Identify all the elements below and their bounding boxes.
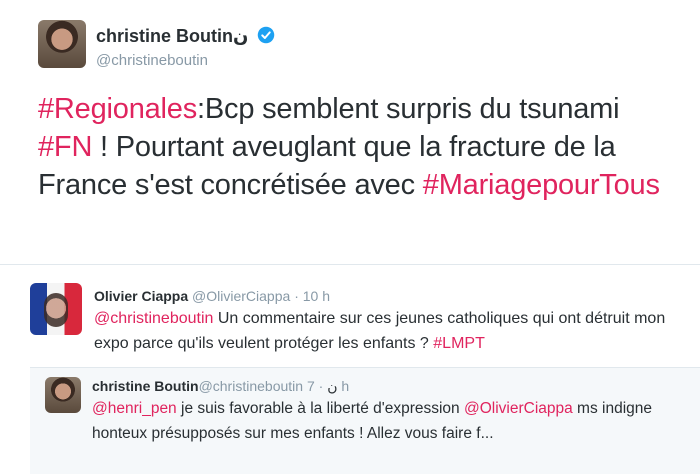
nested-reply-author-name[interactable]: christine Boutin [92, 378, 199, 394]
reply-header: Olivier Ciappa @OlivierCiappa · 10 h [94, 288, 330, 304]
mention-link[interactable]: @christineboutin [94, 310, 213, 327]
hashtag-link[interactable]: #Regionales [38, 93, 197, 125]
author-name-text: christine Boutin [96, 26, 234, 46]
hashtag-link[interactable]: #LMPT [433, 335, 485, 352]
author-handle[interactable]: @christineboutin [96, 52, 208, 69]
nested-reply-text-part: je suis favorable à la liberté d'express… [176, 400, 464, 417]
verified-badge-icon [258, 26, 275, 44]
nested-reply-name-suffix: ن [327, 378, 338, 394]
hashtag-link[interactable]: #MariagepourTous [423, 169, 660, 201]
separator-dot: · [294, 288, 299, 304]
hashtag-link[interactable]: #FN [38, 131, 92, 163]
reply-timestamp[interactable]: 10 h [303, 288, 330, 304]
author-avatar[interactable] [38, 20, 86, 68]
tweet-text: #Regionales:Bcp semblent surpris du tsun… [38, 90, 678, 204]
nested-reply-avatar[interactable] [45, 377, 81, 413]
separator-dot: · [318, 378, 324, 394]
author-name-suffix: ن [233, 26, 249, 46]
nested-reply-text: @henri_pen je suis favorable à la libert… [92, 396, 682, 446]
author-name[interactable]: christine Boutinن [96, 26, 275, 47]
mention-link[interactable]: @henri_pen [92, 400, 177, 417]
nested-reply-author-handle[interactable]: @christineboutin [199, 378, 304, 394]
divider [0, 264, 700, 265]
reply-author-name[interactable]: Olivier Ciappa [94, 288, 188, 304]
reply-author-handle[interactable]: @OlivierCiappa [192, 288, 290, 304]
reply-text: @christineboutin Un commentaire sur ces … [94, 306, 674, 356]
mention-link[interactable]: @OlivierCiappa [464, 400, 573, 417]
nested-reply-header: christine Boutin@christineboutin ن · 7 h [92, 378, 349, 395]
reply-avatar[interactable] [30, 283, 82, 335]
tweet-text-part: :Bcp semblent surpris du tsunami [197, 93, 620, 125]
